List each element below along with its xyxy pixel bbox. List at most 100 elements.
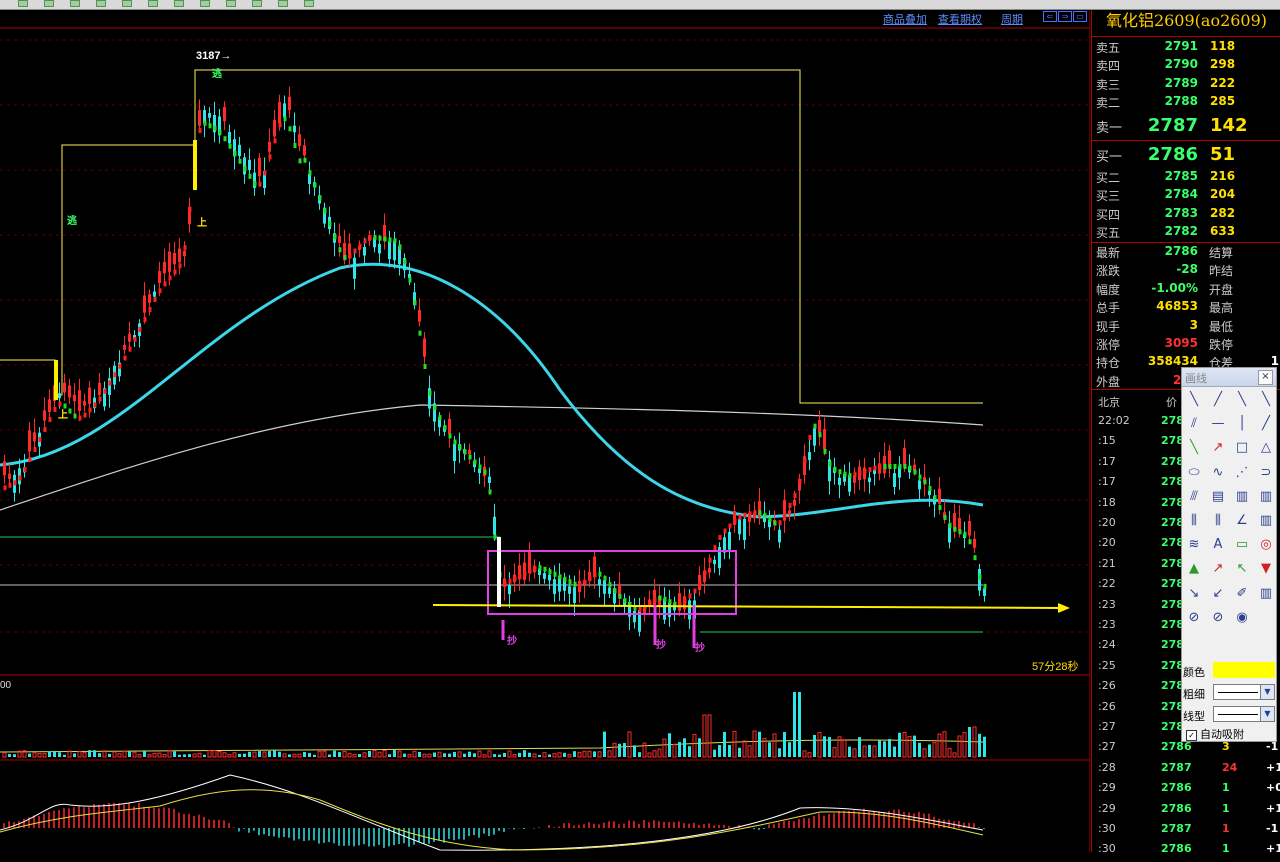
- hide-all-icon[interactable]: ▥: [1256, 584, 1276, 604]
- candle-body: [573, 587, 576, 603]
- segment-icon[interactable]: ╲: [1232, 390, 1252, 410]
- trend-dot: [303, 157, 307, 163]
- ticks-city: 北京: [1098, 396, 1120, 409]
- ellipse-icon[interactable]: ⬭: [1184, 463, 1204, 483]
- eraser-icon[interactable]: ↘: [1184, 584, 1204, 604]
- target-icon[interactable]: A: [1208, 535, 1228, 555]
- candle-body: [598, 579, 601, 586]
- up-arrow-icon[interactable]: ▭: [1232, 535, 1252, 555]
- channel-icon[interactable]: ⋰: [1232, 463, 1252, 483]
- line-icon[interactable]: ╲: [1184, 390, 1204, 410]
- up-left-arrow-icon[interactable]: ▼: [1256, 559, 1276, 579]
- wave-icon[interactable]: ∿: [1208, 463, 1228, 483]
- volume-bar: [937, 733, 942, 758]
- volume-bar: [942, 731, 947, 758]
- trend-dot: [108, 380, 112, 386]
- tick-time: :26: [1098, 699, 1116, 713]
- down-line-icon[interactable]: ╲: [1256, 390, 1276, 410]
- up-marker: 上: [197, 216, 207, 229]
- vertical-icon[interactable]: │: [1232, 414, 1252, 434]
- trend-dot: [843, 471, 847, 477]
- volume-bar: [203, 754, 206, 757]
- down-arrow-icon[interactable]: ↗: [1208, 559, 1228, 579]
- trend-dot: [208, 123, 212, 129]
- slant-icon[interactable]: ╱: [1256, 414, 1276, 434]
- stat-value: -1.00%: [1151, 280, 1198, 295]
- trend-dot: [828, 461, 832, 467]
- volume-bar: [713, 749, 716, 757]
- auto-attach-checkbox[interactable]: ✓ 自动吸附: [1186, 726, 1244, 742]
- speed-line-icon[interactable]: ▥: [1232, 487, 1252, 507]
- trend-dot: [488, 489, 492, 495]
- hide-icon[interactable]: ✐: [1232, 584, 1252, 604]
- arrow-segment-icon[interactable]: ╲: [1184, 438, 1204, 458]
- candle-body: [168, 251, 171, 272]
- stat-item: 最高: [1209, 299, 1279, 317]
- trend-dot: [28, 457, 32, 462]
- candle-body: [273, 119, 276, 137]
- trend-dot: [148, 307, 152, 312]
- line-style-select[interactable]: ▼: [1213, 706, 1275, 722]
- width-select[interactable]: ▼: [1213, 684, 1275, 700]
- trend-dot: [708, 557, 712, 563]
- volume-bar: [848, 746, 851, 757]
- collapse-icon[interactable]: ◉: [1232, 608, 1252, 628]
- arrow-icon[interactable]: ↗: [1208, 438, 1228, 458]
- candle-body: [378, 243, 381, 254]
- volume-bar: [407, 754, 412, 758]
- buy-marker: 抄: [507, 634, 517, 647]
- trend-dot: [93, 402, 97, 408]
- ask-volume: 285: [1210, 94, 1236, 108]
- horizontal-icon[interactable]: —: [1208, 414, 1228, 434]
- bid-price: 2784: [1164, 187, 1198, 201]
- color-swatch[interactable]: [1213, 662, 1275, 678]
- chart-icon[interactable]: ↙: [1208, 584, 1228, 604]
- ask-label: 卖一: [1096, 121, 1123, 136]
- drawing-panel-titlebar[interactable]: 画线 ×: [1182, 368, 1276, 387]
- volume-bar: [268, 751, 271, 757]
- up-right-arrow-icon[interactable]: ◎: [1256, 535, 1276, 555]
- volume-bar: [932, 742, 937, 758]
- triangle-icon[interactable]: △: [1256, 438, 1276, 458]
- ruler-icon[interactable]: ≋: [1184, 535, 1204, 555]
- tick-time: :24: [1098, 638, 1116, 652]
- tick-time: :23: [1098, 618, 1116, 631]
- trend-dot: [938, 505, 942, 510]
- signal-bar: [193, 140, 197, 190]
- settings-icon[interactable]: ⊘: [1208, 608, 1228, 628]
- angle-icon[interactable]: ∠: [1232, 511, 1252, 531]
- gann-line-icon[interactable]: ⫼: [1184, 511, 1204, 531]
- trend-dot: [428, 390, 432, 396]
- tick-row: :30 2787 1 -1: [1092, 822, 1280, 842]
- fib-fan-icon[interactable]: ⫻: [1184, 487, 1204, 507]
- volume-bar: [188, 754, 191, 757]
- price-channel-icon[interactable]: ▤: [1208, 487, 1228, 507]
- text-icon[interactable]: ▥: [1256, 511, 1276, 531]
- show-icon[interactable]: ⊘: [1184, 608, 1204, 628]
- trend-dot: [913, 469, 917, 475]
- close-icon[interactable]: ×: [1258, 370, 1273, 385]
- ask-volume: 142: [1210, 115, 1248, 136]
- candle-body: [928, 490, 931, 496]
- candlestick-chart[interactable]: 3187→ 57分28秒 00 逃 逃 上 上 抄 抄 抄: [0, 0, 1090, 852]
- volume-bar: [443, 753, 446, 757]
- trend-dot: [733, 518, 737, 524]
- volume-bar: [688, 746, 691, 757]
- rectangle-icon[interactable]: □: [1232, 438, 1252, 458]
- fib-retrace-icon[interactable]: ⫼: [1208, 511, 1228, 531]
- parallel-icon[interactable]: ⫽: [1184, 414, 1204, 434]
- candle-body: [63, 382, 66, 393]
- escape-marker: 逃: [67, 214, 78, 227]
- trend-dot: [763, 513, 767, 519]
- volume-bar: [453, 751, 456, 757]
- cycle-icon[interactable]: ▥: [1256, 487, 1276, 507]
- volume-bar: [362, 752, 367, 758]
- bid-price: 2786: [1147, 144, 1198, 165]
- ray-icon[interactable]: ╱: [1208, 390, 1228, 410]
- down-left-arrow-icon[interactable]: ▲: [1184, 559, 1204, 579]
- arc-icon[interactable]: ⊃: [1256, 463, 1276, 483]
- volume-bar: [788, 742, 791, 757]
- stat-label: 持仓: [1096, 356, 1121, 371]
- tick-time: :23: [1098, 597, 1116, 611]
- down-right-arrow-icon[interactable]: ↖: [1232, 559, 1252, 579]
